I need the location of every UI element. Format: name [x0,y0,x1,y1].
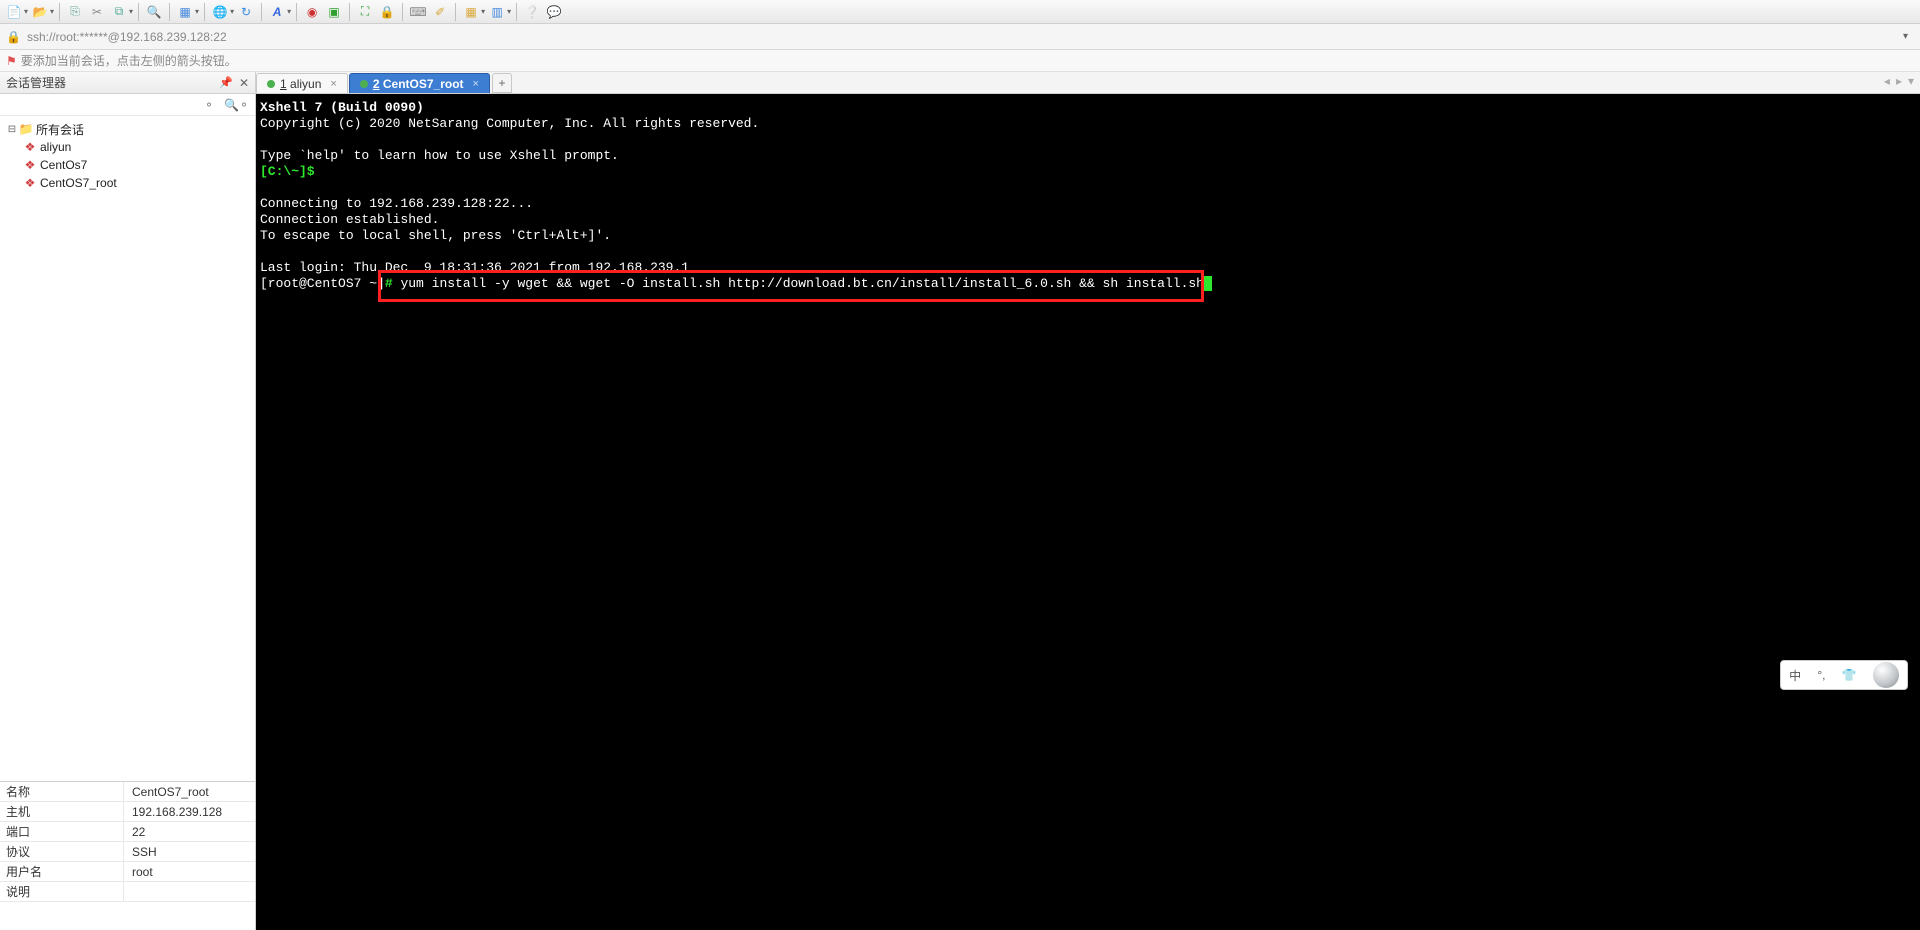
prop-row: 名称CentOS7_root [0,782,255,802]
panel-toolbar: ⚬ 🔍⚬ [0,94,255,116]
columns-icon[interactable]: ▥ [487,2,507,22]
tab-next-icon[interactable]: ▸ [1896,74,1902,88]
close-tab-icon[interactable]: × [473,78,479,90]
session-item-aliyun[interactable]: ❖ aliyun [0,138,255,156]
tab-prev-icon[interactable]: ◂ [1884,74,1890,88]
tab-bar: 1 aliyun × 2 CentOS7_root × + ◂ ▸ ▾ [256,72,1920,94]
new-tab-button[interactable]: + [492,73,512,93]
terminal[interactable]: Xshell 7 (Build 0090) Copyright (c) 2020… [256,94,1920,930]
session-properties: 名称CentOS7_root 主机192.168.239.128 端口22 协议… [0,781,255,930]
session-icon: ❖ [22,158,38,172]
folder-icon: 📁 [18,122,34,136]
play-icon[interactable]: ▣ [324,2,344,22]
prop-row: 主机192.168.239.128 [0,802,255,822]
main-toolbar: 📄▾ 📂▾ ⎘ ✂ ⧉▾ 🔍 ▦▾ 🌐▾ ↻ A▾ ◉ ▣ ⛶ 🔒 ⌨ ✐ ▦▾… [0,0,1920,24]
address-bar: 🔒 ssh://root:******@192.168.239.128:22 ▾ [0,24,1920,50]
collapse-icon[interactable]: ⊟ [6,124,18,135]
address-text[interactable]: ssh://root:******@192.168.239.128:22 [27,30,1891,44]
prop-row: 协议SSH [0,842,255,862]
chat-icon[interactable]: 💬 [544,2,564,22]
tab-centos7-root[interactable]: 2 CentOS7_root × [349,73,490,93]
prop-row: 说明 [0,882,255,902]
cursor [1204,276,1212,291]
session-tree: ⊟ 📁 所有会话 ❖ aliyun ❖ CentOs7 ❖ CentOS7_ro… [0,116,255,781]
highlight-icon[interactable]: ✐ [430,2,450,22]
add-icon[interactable]: ▦ [461,2,481,22]
tab-nav-arrows: ◂ ▸ ▾ [1884,74,1914,88]
panel-header: 会话管理器 📌 ✕ [0,72,255,94]
close-tab-icon[interactable]: × [330,78,336,90]
filter-icon[interactable]: ⚬ [204,98,214,112]
cut-icon[interactable]: ✂ [87,2,107,22]
dropdown-icon[interactable]: ▾ [1897,31,1914,42]
reconnect-icon[interactable]: ↻ [236,2,256,22]
close-panel-icon[interactable]: ✕ [239,76,249,90]
pin-icon[interactable]: 📌 [219,76,233,89]
session-manager-panel: 会话管理器 📌 ✕ ⚬ 🔍⚬ ⊟ 📁 所有会话 ❖ aliyun ❖ CentO… [0,72,256,930]
props-icon[interactable]: ⧉ [109,2,129,22]
open-icon[interactable]: 📂 [30,2,50,22]
session-item-centos7-root[interactable]: ❖ CentOS7_root [0,174,255,192]
highlight-box [378,270,1204,302]
record-icon[interactable]: ◉ [302,2,322,22]
ime-skin-icon[interactable]: 👕 [1842,668,1857,682]
lock-icon: 🔒 [6,30,21,44]
ime-lang[interactable]: 中 [1789,667,1801,684]
layout-icon[interactable]: ▦ [175,2,195,22]
globe-icon[interactable]: 🌐 [210,2,230,22]
fullscreen-icon[interactable]: ⛶ [355,2,375,22]
keyboard-icon[interactable]: ⌨ [408,2,428,22]
prop-row: 用户名root [0,862,255,882]
prop-row: 端口22 [0,822,255,842]
status-dot-icon [360,80,368,88]
lock-icon[interactable]: 🔒 [377,2,397,22]
tab-aliyun[interactable]: 1 aliyun × [256,73,348,93]
status-dot-icon [267,80,275,88]
hint-text: 要添加当前会话，点击左侧的箭头按钮。 [21,52,237,69]
help-icon[interactable]: ❔ [522,2,542,22]
ime-orb-icon[interactable] [1873,662,1899,688]
tab-menu-icon[interactable]: ▾ [1908,74,1914,88]
flag-icon[interactable]: ⚑ [6,54,17,68]
new-icon[interactable]: 📄 [4,2,24,22]
ime-punct[interactable]: °, [1817,668,1825,682]
font-icon[interactable]: A [267,2,287,22]
copy-session-icon[interactable]: ⎘ [65,2,85,22]
content-area: 1 aliyun × 2 CentOS7_root × + ◂ ▸ ▾ Xshe… [256,72,1920,930]
panel-title: 会话管理器 [6,74,66,91]
search-icon[interactable]: 🔍 [144,2,164,22]
session-item-centos7[interactable]: ❖ CentOs7 [0,156,255,174]
ime-toolbar[interactable]: 中 °, 👕 [1780,660,1908,690]
refresh-icon[interactable]: 🔍⚬ [224,98,249,112]
hint-bar: ⚑ 要添加当前会话，点击左侧的箭头按钮。 [0,50,1920,72]
session-icon: ❖ [22,140,38,154]
session-icon: ❖ [22,176,38,190]
tree-root[interactable]: ⊟ 📁 所有会话 [0,120,255,138]
